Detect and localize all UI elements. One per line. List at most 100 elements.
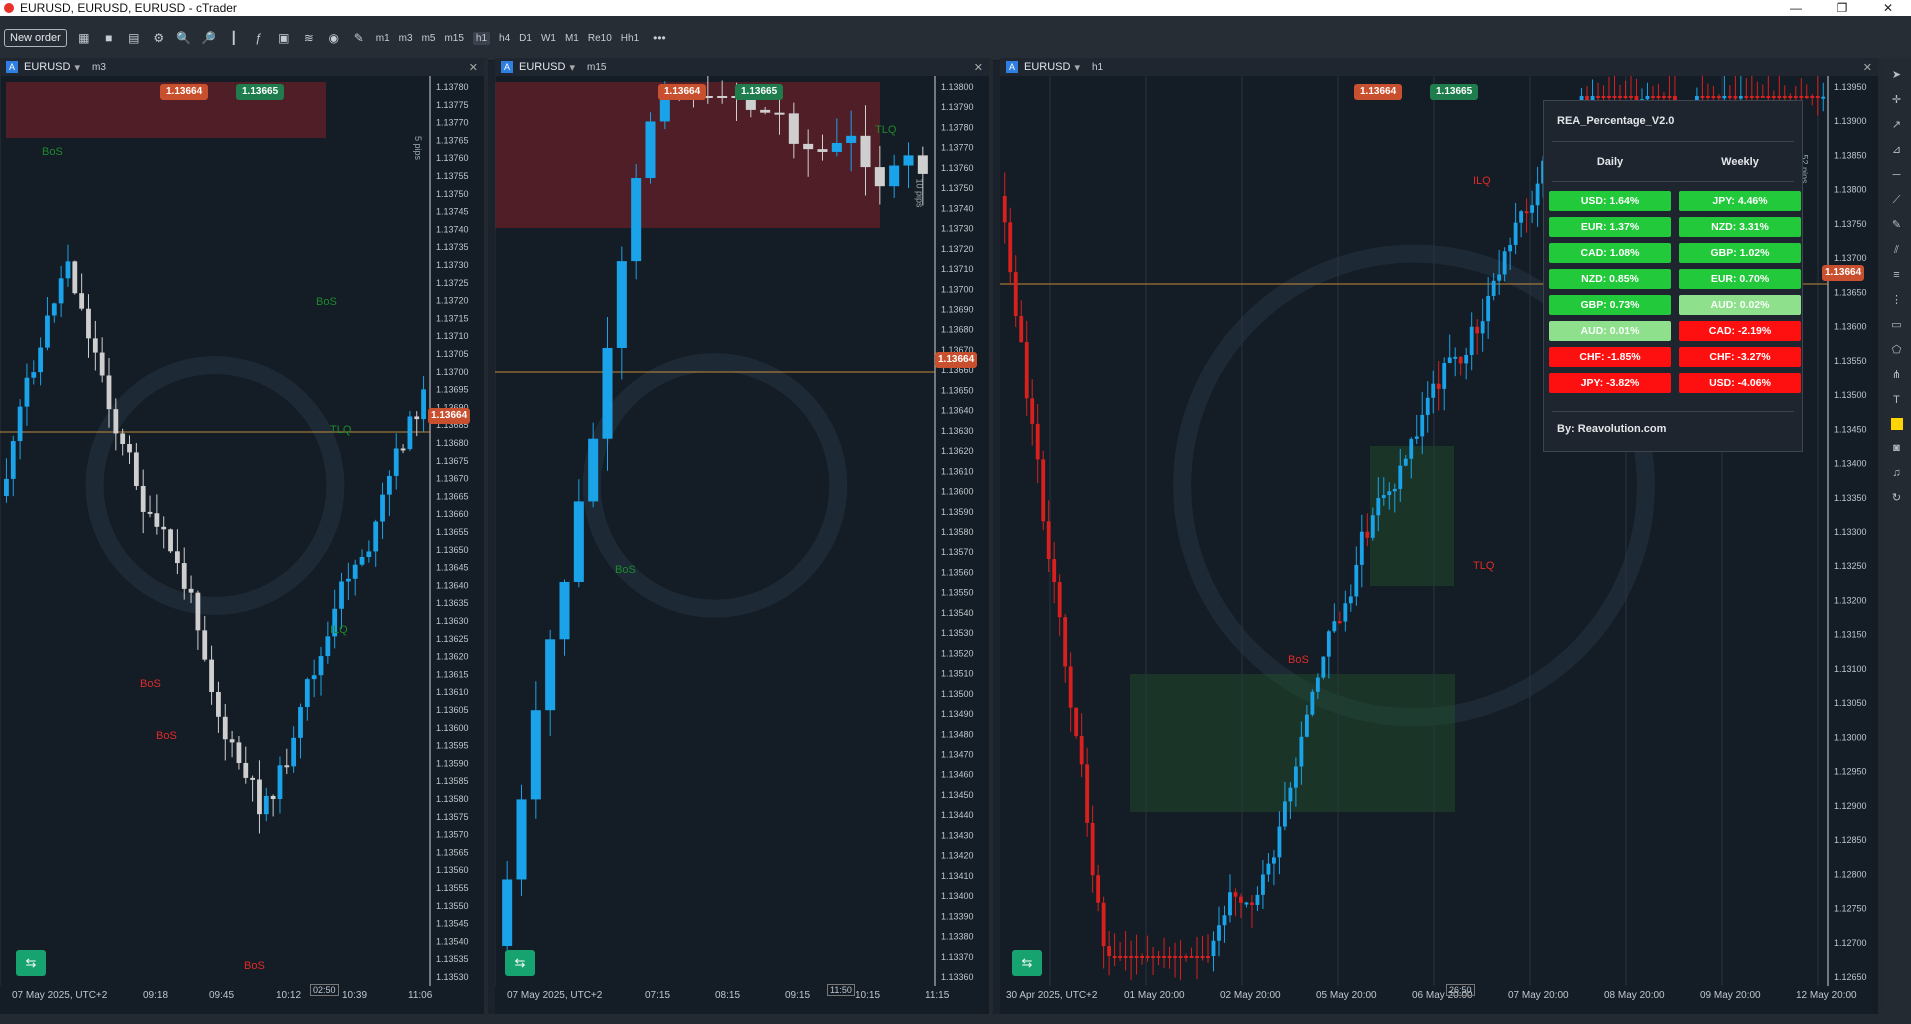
- price-tick: 1.13560: [941, 567, 974, 577]
- sell-price-button[interactable]: 1.13664: [658, 84, 707, 100]
- tf-re10[interactable]: Re10: [588, 33, 612, 44]
- tf-m5[interactable]: m5: [422, 33, 436, 44]
- layers-icon[interactable]: ≋: [301, 30, 317, 46]
- price-chart[interactable]: 1.13800 1.13790 1.13780 1.13770 1.13760 1.137…: [495, 76, 985, 1016]
- close-panel-button[interactable]: ✕: [974, 61, 983, 74]
- price-tick: 1.13680: [436, 438, 469, 448]
- more-button[interactable]: •••: [653, 31, 666, 45]
- symbol-dropdown-icon[interactable]: ▾: [74, 61, 80, 74]
- gann-icon[interactable]: ⋮: [1890, 293, 1904, 307]
- new-order-button[interactable]: New order: [4, 29, 67, 47]
- sell-price-button[interactable]: 1.13664: [1354, 84, 1403, 100]
- buy-price-button[interactable]: 1.13665: [236, 84, 285, 100]
- candle-body: [263, 795, 269, 815]
- layout-grid-icon[interactable]: ▦: [76, 30, 92, 46]
- multi-chart-icon[interactable]: ▤: [126, 30, 142, 46]
- tf-hh1[interactable]: Hh1: [621, 33, 639, 44]
- tf-h4[interactable]: h4: [499, 33, 510, 44]
- price-chart[interactable]: 1.13780 1.13775 1.13770 1.13765 1.13760 1.137…: [0, 76, 480, 1016]
- candle-body: [1760, 96, 1765, 98]
- panel-header: A EURUSD ▾ h1 ✕: [1000, 58, 1878, 76]
- byline: By: Reavolution.com: [1557, 423, 1667, 435]
- timeframe-selector[interactable]: h1: [1092, 62, 1103, 73]
- ray-icon[interactable]: ⟋: [1890, 193, 1904, 207]
- close-panel-button[interactable]: ✕: [469, 61, 478, 74]
- price-tick: 1.13640: [941, 406, 974, 416]
- bot-icon[interactable]: ▣: [276, 30, 292, 46]
- candle-body: [1085, 764, 1090, 823]
- channel-icon[interactable]: ⫽: [1890, 243, 1904, 257]
- rea-percentage-panel: REA_Percentage_V2.0 Daily Weekly By: Rea…: [1543, 100, 1803, 452]
- rectangle-icon[interactable]: ▭: [1890, 318, 1904, 332]
- chart-type-icon[interactable]: ┃: [226, 30, 242, 46]
- indicators-icon[interactable]: ƒ: [251, 30, 267, 46]
- candle-body: [1282, 801, 1287, 827]
- zoom-in-icon[interactable]: 🔎: [201, 30, 217, 46]
- candle-body: [1607, 96, 1611, 98]
- minimize-button[interactable]: —: [1773, 0, 1819, 16]
- cursor-icon[interactable]: ➤: [1890, 68, 1904, 82]
- time-tick: 10:15: [855, 990, 881, 1001]
- text-icon[interactable]: T: [1890, 393, 1904, 407]
- restore-button[interactable]: ❐: [1819, 0, 1865, 16]
- close-window-button[interactable]: ✕: [1865, 0, 1911, 16]
- close-panel-button[interactable]: ✕: [1863, 61, 1872, 74]
- symbol-dropdown-icon[interactable]: ▾: [1074, 61, 1080, 74]
- live-trade-button[interactable]: ⇆: [1012, 950, 1042, 976]
- tf-d1[interactable]: D1: [519, 33, 532, 44]
- tf-mn1[interactable]: M1: [565, 33, 579, 44]
- color-swatch-icon[interactable]: [1890, 418, 1903, 430]
- pointer-icon[interactable]: ↗: [1890, 118, 1904, 132]
- candle-body: [1057, 582, 1062, 618]
- timeframe-selector[interactable]: m15: [587, 62, 606, 73]
- price-tick: 1.13610: [941, 466, 974, 476]
- sell-price-button[interactable]: 1.13664: [160, 84, 209, 100]
- fibonacci-icon[interactable]: ≡: [1890, 268, 1904, 282]
- candle-body: [631, 178, 642, 262]
- candle-body: [86, 308, 91, 339]
- pencil-icon[interactable]: ✎: [1890, 218, 1904, 232]
- tf-w1[interactable]: W1: [541, 33, 556, 44]
- plot-background: [0, 76, 430, 986]
- time-tick: 11:06: [408, 990, 433, 1001]
- candle-body: [1486, 295, 1491, 322]
- eye-icon[interactable]: ◉: [326, 30, 342, 46]
- candle-body: [1030, 398, 1035, 424]
- timeframe-selector[interactable]: m3: [92, 62, 106, 73]
- buy-price-button[interactable]: 1.13665: [1430, 84, 1479, 100]
- price-tick: 1.13600: [941, 487, 974, 497]
- tf-h1[interactable]: h1: [472, 31, 491, 45]
- drawing-icon[interactable]: ✎: [351, 30, 367, 46]
- symbol-selector[interactable]: EURUSD: [519, 61, 565, 73]
- divider: [1552, 411, 1794, 412]
- time-axis: 07 May 2025, UTC+2 09:18 09:45 10:12 10:…: [0, 984, 480, 1006]
- measure-icon[interactable]: ⊿: [1890, 143, 1904, 157]
- candle-body: [304, 679, 310, 708]
- shape-icon[interactable]: ⬠: [1890, 343, 1904, 357]
- line-icon[interactable]: ─: [1890, 168, 1904, 182]
- pitchfork-icon[interactable]: ⋔: [1890, 368, 1904, 382]
- symbol-selector[interactable]: EURUSD: [1024, 61, 1070, 73]
- candle-body: [1810, 96, 1815, 98]
- zoom-out-icon[interactable]: 🔍: [176, 30, 192, 46]
- live-trade-button[interactable]: ⇆: [16, 950, 46, 976]
- price-tick: 1.13360: [941, 972, 974, 982]
- tf-m3[interactable]: m3: [399, 33, 413, 44]
- alert-bell-icon[interactable]: ♫: [1890, 466, 1904, 480]
- camera-icon[interactable]: ◙: [1890, 441, 1904, 455]
- tf-m1[interactable]: m1: [376, 33, 390, 44]
- crosshair-icon[interactable]: ✛: [1890, 93, 1904, 107]
- candle-body: [588, 438, 599, 502]
- tf-m15[interactable]: m15: [444, 33, 463, 44]
- symbol-selector[interactable]: EURUSD: [24, 61, 70, 73]
- time-tick: 10:39: [342, 990, 368, 1001]
- single-chart-icon[interactable]: ■: [101, 30, 117, 46]
- price-tick: 1.13615: [436, 669, 469, 679]
- window-title: EURUSD, EURUSD, EURUSD - cTrader: [20, 1, 237, 15]
- symbol-dropdown-icon[interactable]: ▾: [569, 61, 575, 74]
- live-trade-button[interactable]: ⇆: [505, 950, 535, 976]
- history-icon[interactable]: ↻: [1890, 491, 1904, 505]
- candle-body: [1645, 96, 1650, 100]
- chart-settings-icon[interactable]: ⚙: [151, 30, 167, 46]
- buy-price-button[interactable]: 1.13665: [735, 84, 784, 100]
